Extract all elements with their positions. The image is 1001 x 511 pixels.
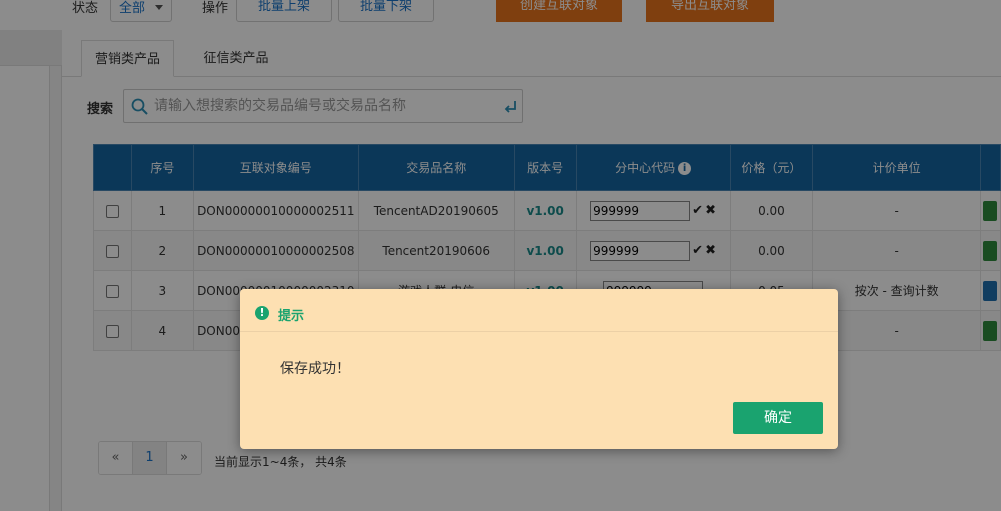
confirm-button[interactable]: 确定 (733, 402, 823, 434)
alert-dialog: ! 提示 保存成功！ 确定 (240, 289, 838, 449)
alert-icon: ! (255, 306, 269, 320)
dialog-title: 提示 (278, 309, 305, 324)
dialog-header: ! 提示 (240, 289, 838, 332)
dialog-message: 保存成功！ (280, 361, 350, 377)
